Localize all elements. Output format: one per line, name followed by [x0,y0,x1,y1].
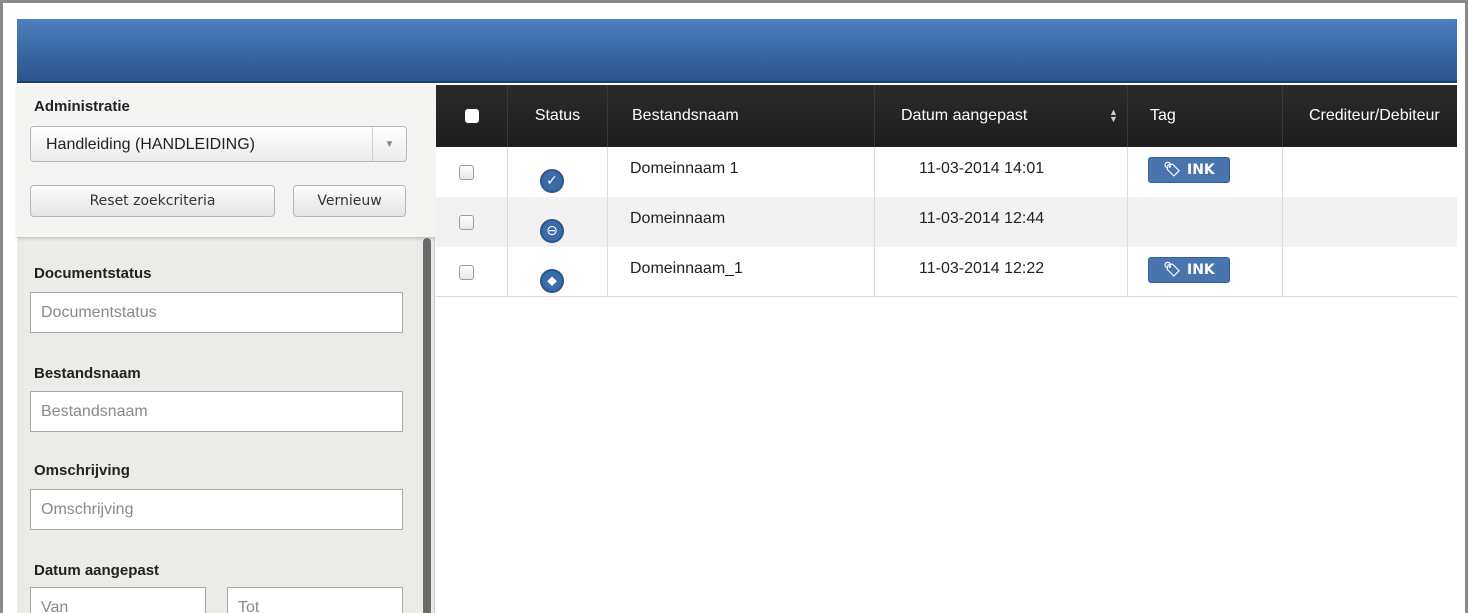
tag-badge: 🏷 INK [1148,157,1230,183]
crediteur-cell [1283,147,1457,197]
tag-icon: 🏷 [1163,162,1181,178]
tag-label: INK [1187,162,1215,178]
omschrijving-label: Omschrijving [34,462,130,479]
documentstatus-label: Documentstatus [34,265,152,282]
row-checkbox[interactable] [459,165,474,180]
sidebar-scrollbar[interactable] [423,238,431,613]
crediteur-cell [1283,247,1457,297]
chevron-down-icon: ▼ [372,127,406,161]
row-select-cell [436,197,508,247]
administratie-select[interactable]: Handleiding (HANDLEIDING) ▼ [30,126,407,162]
bestandsnaam-cell: Domeinnaam [608,197,875,247]
tag-label: INK [1187,262,1215,278]
vernieuw-button[interactable]: Vernieuw [293,185,406,217]
select-all-cell [436,85,508,147]
bestandsnaam-label: Bestandsnaam [34,365,141,382]
table-row[interactable]: ⊖ Domeinnaam 11-03-2014 12:44 [436,197,1457,247]
documentstatus-input[interactable]: Documentstatus [30,292,403,333]
omschrijving-input[interactable]: Omschrijving [30,489,403,530]
top-bar [17,19,1457,83]
column-header-datum-aangepast[interactable]: Datum aangepast ▲ ▼ [875,85,1128,147]
reset-zoekcriteria-button[interactable]: Reset zoekcriteria [30,185,275,217]
datum-tot-placeholder: Tot [238,599,260,613]
bestandsnaam-placeholder: Bestandsnaam [41,403,148,420]
datum-van-placeholder: Van [41,599,69,613]
administratie-select-value: Handleiding (HANDLEIDING) [46,136,255,153]
datum-aangepast-label: Datum aangepast [34,562,160,579]
datum-van-input[interactable]: Van [30,587,206,613]
datum-cell: 11-03-2014 12:22 [875,247,1128,297]
column-header-bestandsnaam[interactable]: Bestandsnaam [608,85,875,147]
documentstatus-placeholder: Documentstatus [41,304,157,321]
column-header-datum-label: Datum aangepast [901,107,1028,124]
tag-icon: 🏷 [1163,262,1181,278]
tag-circle-icon: ⬥ [540,269,564,293]
datum-cell: 11-03-2014 14:01 [875,147,1128,197]
table-row[interactable]: ⬥ Domeinnaam_1 11-03-2014 12:22 🏷 INK [436,247,1457,297]
minus-circle-icon: ⊖ [540,219,564,243]
app-window: Administratie Handleiding (HANDLEIDING) … [0,0,1468,613]
sort-icon[interactable]: ▲ ▼ [1109,108,1118,124]
administratie-label: Administratie [34,98,130,115]
row-checkbox[interactable] [459,215,474,230]
select-all-checkbox[interactable] [464,109,479,123]
sidebar-header: Administratie Handleiding (HANDLEIDING) … [17,85,435,238]
document-grid: Status Bestandsnaam Datum aangepast ▲ ▼ T… [436,85,1457,613]
table-row[interactable]: ✓ Domeinnaam 1 11-03-2014 14:01 🏷 INK [436,147,1457,197]
filter-sidebar: Administratie Handleiding (HANDLEIDING) … [17,85,435,613]
column-header-crediteur[interactable]: Crediteur/Debiteur [1283,85,1457,147]
bestandsnaam-cell: Domeinnaam_1 [608,247,875,297]
column-header-tag[interactable]: Tag [1128,85,1283,147]
datum-tot-input[interactable]: Tot [227,587,403,613]
bestandsnaam-cell: Domeinnaam 1 [608,147,875,197]
row-select-cell [436,247,508,297]
tag-badge: 🏷 INK [1148,257,1230,283]
column-header-status[interactable]: Status [508,85,608,147]
bestandsnaam-input[interactable]: Bestandsnaam [30,391,403,432]
crediteur-cell [1283,197,1457,247]
tag-cell [1128,197,1283,247]
datum-cell: 11-03-2014 12:44 [875,197,1128,247]
row-select-cell [436,147,508,197]
row-checkbox[interactable] [459,265,474,280]
grid-header: Status Bestandsnaam Datum aangepast ▲ ▼ T… [436,85,1457,147]
omschrijving-placeholder: Omschrijving [41,501,134,518]
check-circle-icon: ✓ [540,169,564,193]
